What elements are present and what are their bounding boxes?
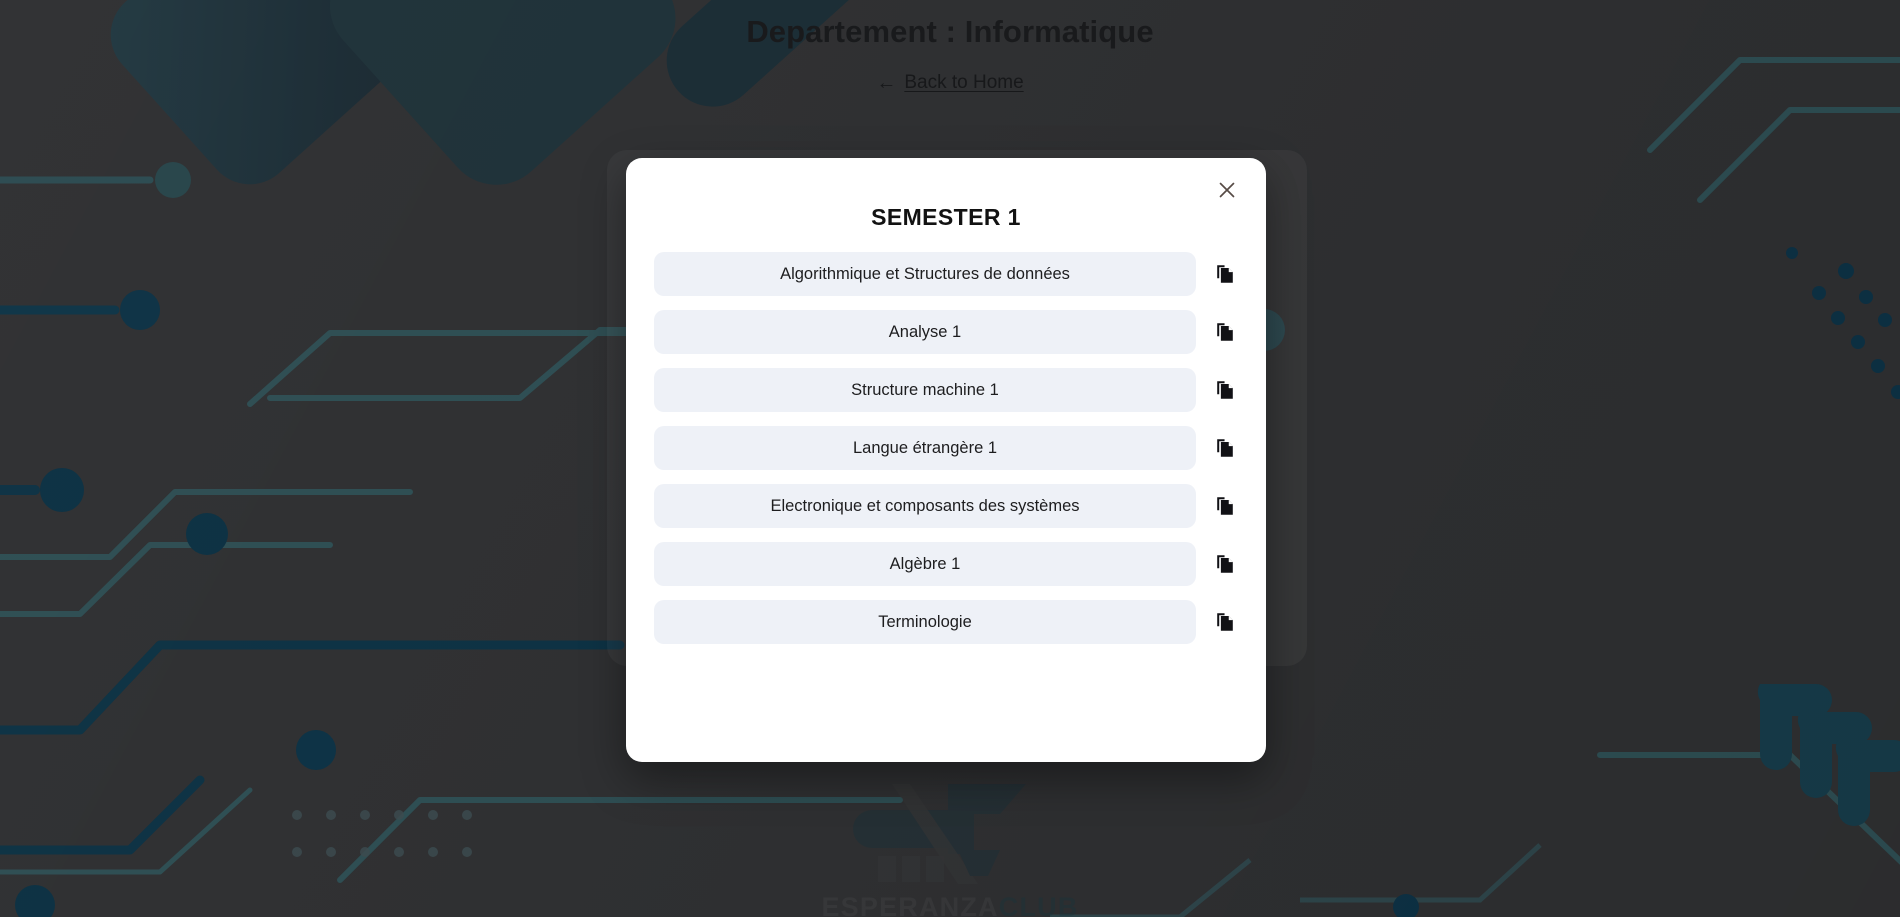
copy-icon[interactable] <box>1212 435 1238 461</box>
list-item: Terminologie <box>654 600 1238 644</box>
course-list: Algorithmique et Structures de données A… <box>654 252 1238 644</box>
page-header: Departement : Informatique ← Back to Hom… <box>0 0 1900 94</box>
back-to-home[interactable]: ← Back to Home <box>876 72 1023 94</box>
copy-icon[interactable] <box>1212 609 1238 635</box>
brand-word-esperanza: ESPERANZA <box>821 892 999 917</box>
course-pill[interactable]: Langue étrangère 1 <box>654 426 1196 470</box>
semester-modal: SEMESTER 1 Algorithmique et Structures d… <box>626 158 1266 762</box>
course-pill[interactable]: Structure machine 1 <box>654 368 1196 412</box>
course-pill[interactable]: Algèbre 1 <box>654 542 1196 586</box>
list-item: Electronique et composants des systèmes <box>654 484 1238 528</box>
back-to-home-link[interactable]: Back to Home <box>904 72 1023 94</box>
close-icon[interactable] <box>1210 173 1244 207</box>
copy-icon[interactable] <box>1212 551 1238 577</box>
copy-icon[interactable] <box>1212 493 1238 519</box>
list-item: Analyse 1 <box>654 310 1238 354</box>
course-pill[interactable]: Algorithmique et Structures de données <box>654 252 1196 296</box>
logo-mark-icon <box>853 784 1026 884</box>
course-pill[interactable]: Electronique et composants des systèmes <box>654 484 1196 528</box>
modal-title: SEMESTER 1 <box>871 204 1021 230</box>
brand-wordmark: ESPERANZACLUB <box>785 892 1115 917</box>
copy-icon[interactable] <box>1212 377 1238 403</box>
copy-icon[interactable] <box>1212 261 1238 287</box>
list-item: Algorithmique et Structures de données <box>654 252 1238 296</box>
brand-word-club: CLUB <box>998 892 1079 917</box>
esperanza-club-logo: ESPERANZACLUB <box>785 772 1115 917</box>
course-pill[interactable]: Terminologie <box>654 600 1196 644</box>
list-item: Langue étrangère 1 <box>654 426 1238 470</box>
app-page: ESPERANZACLUB Departement : Informatique… <box>0 0 1900 917</box>
list-item: Algèbre 1 <box>654 542 1238 586</box>
copy-icon[interactable] <box>1212 319 1238 345</box>
course-pill[interactable]: Analyse 1 <box>654 310 1196 354</box>
page-title: Departement : Informatique <box>746 14 1154 49</box>
arrow-left-icon: ← <box>876 72 897 94</box>
list-item: Structure machine 1 <box>654 368 1238 412</box>
